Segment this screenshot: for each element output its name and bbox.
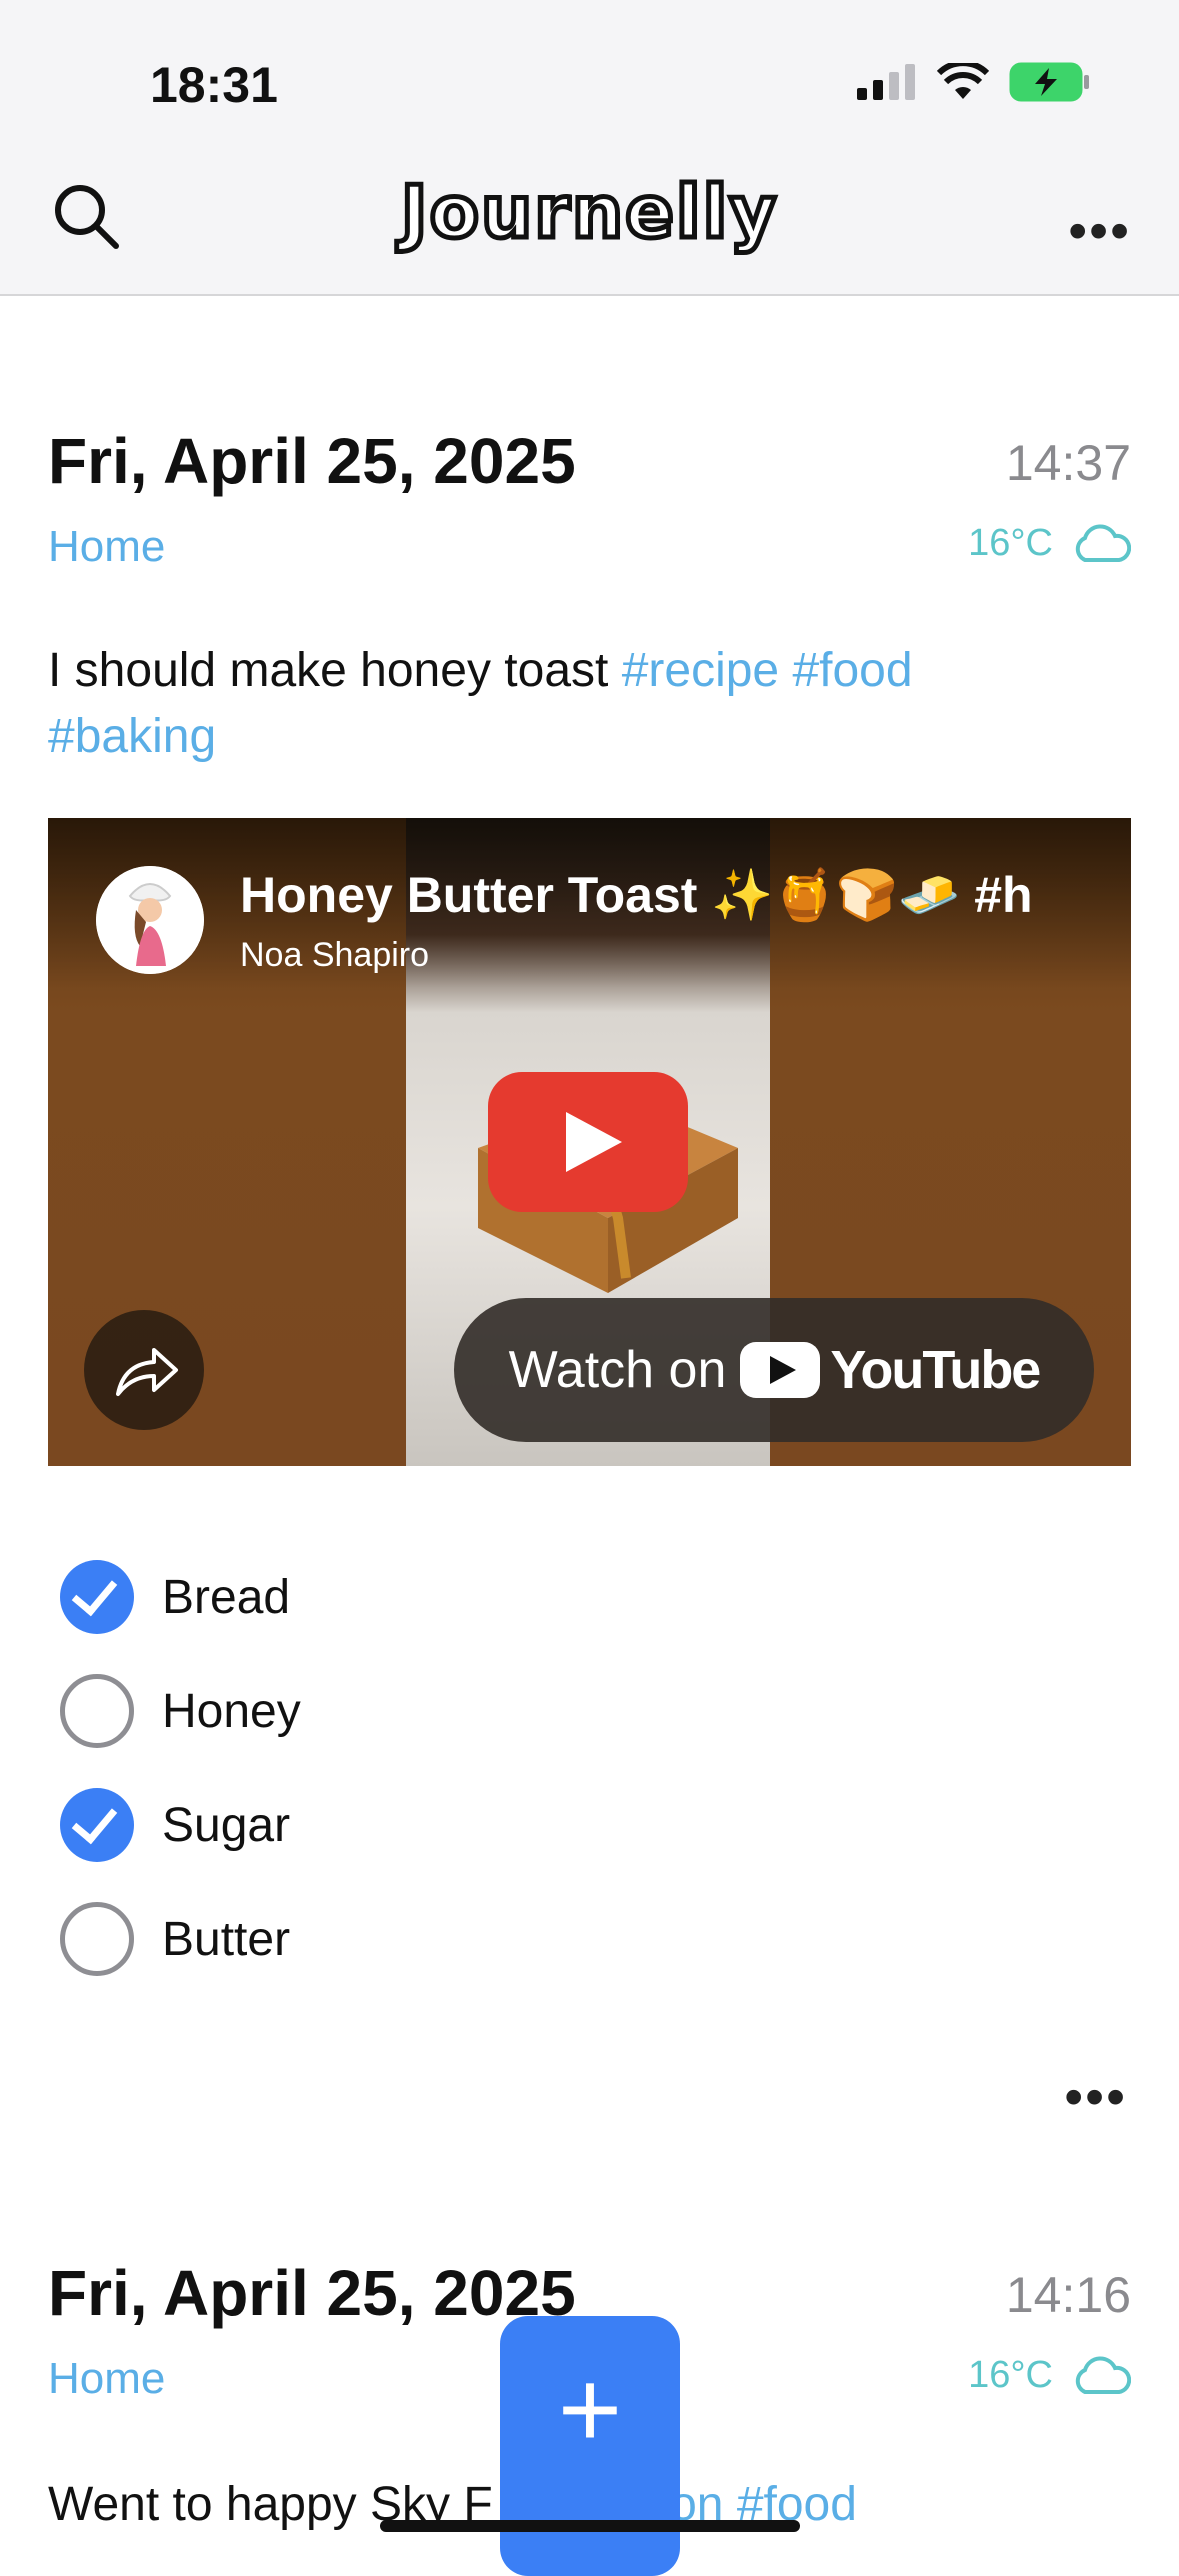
checklist-label: Bread — [162, 1570, 291, 1624]
video-title[interactable]: Honey Butter Toast ✨🍯🍞🧈 #h — [240, 866, 1033, 925]
cloud-icon — [1075, 524, 1131, 562]
entry-date: Fri, April 25, 2025 — [48, 2257, 576, 2329]
youtube-wordmark: YouTube — [830, 1340, 1041, 1400]
watch-on-label: Watch on — [508, 1341, 727, 1399]
share-arrow-icon — [116, 1348, 178, 1396]
avatar-illustration — [96, 866, 204, 974]
plus-icon: + — [557, 2348, 623, 2471]
weather-temp: 16°C — [968, 2354, 1053, 2396]
checkmark-icon[interactable] — [60, 1788, 134, 1862]
weather-temp: 16°C — [968, 522, 1053, 564]
entry-text-plain: I should make honey toast — [48, 644, 622, 697]
checklist-item[interactable]: Honey — [60, 1674, 301, 1748]
entry-place-link[interactable]: Home — [48, 522, 165, 572]
status-icons — [857, 62, 1091, 102]
status-time: 18:31 — [150, 57, 278, 113]
entry-more-icon[interactable]: ••• — [1064, 2066, 1127, 2128]
youtube-logo: YouTube — [740, 1339, 1041, 1401]
checkmark-icon[interactable] — [60, 1560, 134, 1634]
share-icon[interactable] — [84, 1310, 204, 1430]
youtube-play-icon — [740, 1342, 821, 1398]
checklist-item[interactable]: Butter — [60, 1902, 290, 1976]
weather-badge: 16°C — [968, 522, 1131, 565]
home-indicator[interactable] — [380, 2520, 800, 2532]
play-icon[interactable] — [488, 1072, 688, 1212]
checklist-label: Honey — [162, 1684, 301, 1738]
checklist-label: Butter — [162, 1912, 291, 1966]
add-entry-button[interactable]: + — [500, 2316, 680, 2576]
battery-icon — [1009, 62, 1089, 102]
entry-time: 14:37 — [1005, 435, 1131, 491]
status-bar: 18:31 — [0, 0, 1179, 170]
entry-text: I should make honey toast #recipe #food … — [48, 638, 1119, 770]
avatar[interactable] — [96, 866, 204, 974]
watch-on-youtube-button[interactable]: Watch on YouTube — [454, 1298, 1094, 1442]
entry-date: Fri, April 25, 2025 — [48, 425, 576, 497]
checkbox-empty-icon[interactable] — [60, 1902, 134, 1976]
entry-place-link[interactable]: Home — [48, 2354, 165, 2404]
youtube-embed[interactable]: Honey Butter Toast ✨🍯🍞🧈 #h Noa Shapiro W… — [48, 818, 1131, 1466]
checklist-item[interactable]: Sugar — [60, 1788, 290, 1862]
tag-link[interactable]: #baking — [48, 710, 216, 763]
cloud-icon — [1075, 2356, 1131, 2394]
entry-time: 14:16 — [1005, 2267, 1131, 2323]
checkbox-empty-icon[interactable] — [60, 1674, 134, 1748]
more-icon[interactable]: ••• — [1068, 200, 1131, 262]
checklist-label: Sugar — [162, 1798, 291, 1852]
tag-link[interactable]: #recipe #food — [622, 644, 913, 697]
weather-badge: 16°C — [968, 2354, 1131, 2397]
app-logo: Journelly — [398, 168, 779, 257]
checklist-item[interactable]: Bread — [60, 1560, 290, 1634]
wifi-icon — [937, 63, 989, 99]
signal-icon — [857, 64, 915, 100]
video-channel[interactable]: Noa Shapiro — [240, 936, 429, 975]
